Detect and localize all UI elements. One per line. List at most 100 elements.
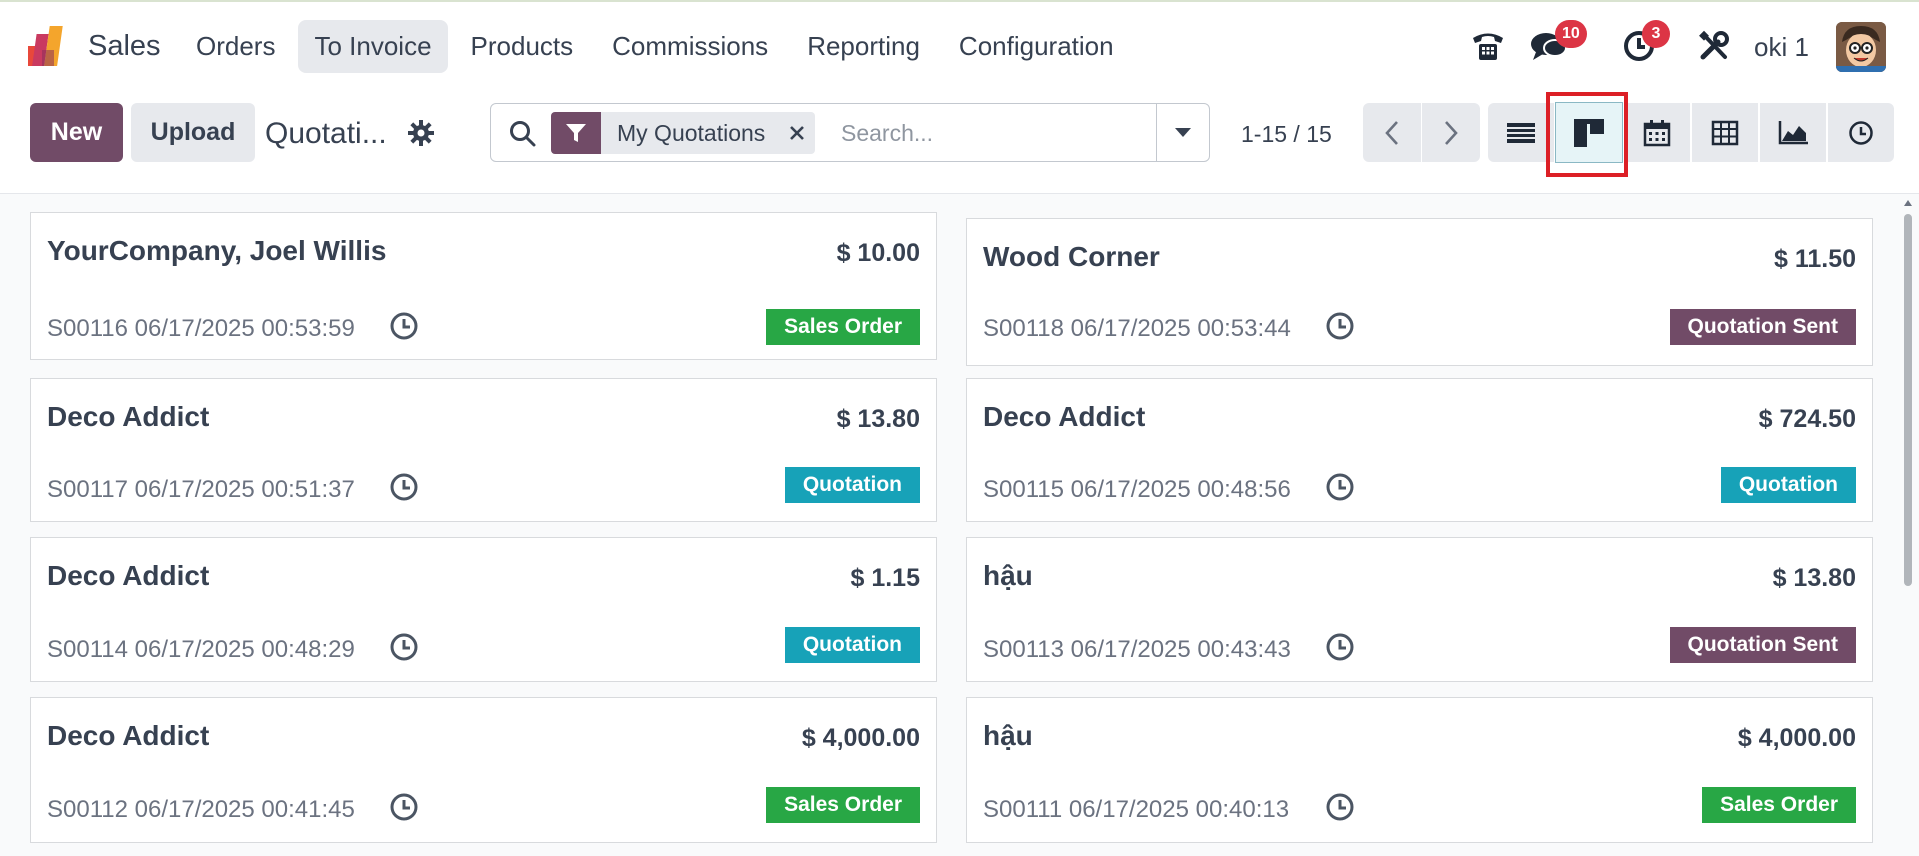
view-list-button[interactable] [1488,103,1554,162]
pager-next-button[interactable] [1422,103,1480,162]
calendar-icon [1643,119,1671,146]
status-badge: Quotation Sent [1669,627,1856,663]
app-name[interactable]: Sales [88,30,161,63]
card-customer: Deco Addict [983,401,1146,432]
menu-item-configuration[interactable]: Configuration [943,20,1130,73]
card-customer: Deco Addict [47,401,210,432]
card-amount: $ 10.00 [836,239,920,267]
avatar-face-icon [1836,22,1886,72]
gear-icon[interactable] [408,120,434,146]
activity-clock-icon[interactable] [389,792,419,822]
card-amount: $ 1.15 [850,564,920,592]
card-customer: Deco Addict [47,560,210,591]
messages-count-badge: 10 [1555,20,1587,48]
menu-item-commissions[interactable]: Commissions [596,20,784,73]
card-amount: $ 724.50 [1758,405,1856,433]
facet-remove-button[interactable] [779,112,816,154]
view-graph-button[interactable] [1760,103,1826,162]
view-calendar-button[interactable] [1624,103,1690,162]
activity-clock-icon[interactable] [389,311,419,341]
facet-label: My Quotations [601,112,780,154]
phone-icon [1473,33,1503,60]
pager-previous-button[interactable] [1363,103,1421,162]
card-customer: Deco Addict [47,720,210,751]
search-facet: My Quotations [551,112,816,154]
chevron-right-icon [1445,120,1458,145]
card-reference: S00117 06/17/2025 00:51:37 [47,476,355,503]
kanban-card[interactable]: hậu $ 4,000.00 S00111 06/17/2025 00:40:1… [966,697,1873,843]
new-button[interactable]: New [30,103,123,162]
card-amount: $ 4,000.00 [1737,724,1856,752]
view-pivot-button[interactable] [1692,103,1758,162]
card-reference: S00111 06/17/2025 00:40:13 [983,796,1290,823]
card-reference: S00118 06/17/2025 00:53:44 [983,315,1291,342]
sales-app-icon[interactable] [26,24,72,68]
status-badge: Quotation [1720,467,1856,503]
scroll-up-arrow-icon [1904,200,1912,206]
card-reference: S00116 06/17/2025 00:53:59 [47,315,355,342]
pager-value[interactable]: 1-15 / 15 [1241,121,1332,148]
top-menu: Orders To Invoice Products Commissions R… [180,20,1137,73]
activity-clock-icon[interactable] [389,632,419,662]
activity-clock-icon [1849,120,1873,145]
card-reference: S00114 06/17/2025 00:48:29 [47,636,355,663]
kanban-card[interactable]: Deco Addict $ 13.80 S00117 06/17/2025 00… [30,378,937,522]
status-badge: Quotation [784,467,920,503]
status-badge: Sales Order [1702,787,1856,823]
search-input[interactable] [841,114,1141,152]
view-activity-button[interactable] [1828,103,1894,162]
kanban-card[interactable]: Deco Addict $ 724.50 S00115 06/17/2025 0… [966,378,1873,522]
card-customer: hậu [983,720,1033,751]
status-badge: Sales Order [766,309,920,345]
filter-icon [551,112,601,154]
status-badge: Sales Order [766,787,920,823]
menu-item-orders[interactable]: Orders [180,20,291,73]
search-bar: My Quotations [490,103,1210,162]
kanban-view-highlight [1546,92,1628,177]
search-options-toggle[interactable] [1156,104,1209,161]
search-icon[interactable] [509,120,537,148]
activity-clock-icon[interactable] [1325,311,1355,341]
chevron-left-icon [1385,120,1398,145]
status-badge: Quotation [784,627,920,663]
close-icon [790,126,805,140]
pivot-icon [1711,120,1739,145]
main-navbar: Sales Orders To Invoice Products Commiss… [0,2,1919,90]
list-icon [1507,122,1535,143]
card-customer: hậu [983,560,1033,591]
card-amount: $ 13.80 [836,405,920,433]
breadcrumb: Quotati... [265,117,387,150]
menu-item-to-invoice[interactable]: To Invoice [298,20,448,73]
card-customer: Wood Corner [983,241,1160,272]
settings-tools-button[interactable] [1693,20,1735,72]
activities-count-badge: 3 [1642,20,1670,48]
phone-button[interactable] [1466,20,1510,72]
card-reference: S00115 06/17/2025 00:48:56 [983,476,1291,503]
control-panel: New Upload Quotati... My Quotations Sear… [0,90,1919,194]
card-amount: $ 4,000.00 [801,724,920,752]
card-amount: $ 13.80 [1772,564,1856,592]
activity-clock-icon[interactable] [1325,632,1355,662]
kanban-card[interactable]: Deco Addict $ 4,000.00 S00112 06/17/2025… [30,697,937,843]
activity-clock-icon[interactable] [389,472,419,502]
activity-clock-icon[interactable] [1325,472,1355,502]
status-badge: Quotation Sent [1669,309,1856,345]
user-name[interactable]: oki 1 [1754,32,1809,63]
menu-item-reporting[interactable]: Reporting [791,20,936,73]
menu-item-products[interactable]: Products [455,20,590,73]
scrollbar-thumb[interactable] [1904,214,1912,586]
activity-clock-icon[interactable] [1325,792,1355,822]
caret-down-icon [1175,127,1191,137]
card-customer: YourCompany, Joel Willis [47,235,387,266]
tools-icon [1699,30,1729,60]
upload-button[interactable]: Upload [131,103,255,162]
card-reference: S00112 06/17/2025 00:41:45 [47,796,355,823]
area-chart-icon [1778,120,1808,144]
card-amount: $ 11.50 [1773,245,1856,273]
kanban-card[interactable]: Deco Addict $ 1.15 S00114 06/17/2025 00:… [30,537,937,682]
kanban-card[interactable]: YourCompany, Joel Willis $ 10.00 S00116 … [30,212,937,360]
kanban-card[interactable]: hậu $ 13.80 S00113 06/17/2025 00:43:43 Q… [966,537,1873,682]
user-avatar[interactable] [1836,22,1886,72]
kanban-card[interactable]: Wood Corner $ 11.50 S00118 06/17/2025 00… [966,218,1873,366]
card-reference: S00113 06/17/2025 00:43:43 [983,636,1291,663]
